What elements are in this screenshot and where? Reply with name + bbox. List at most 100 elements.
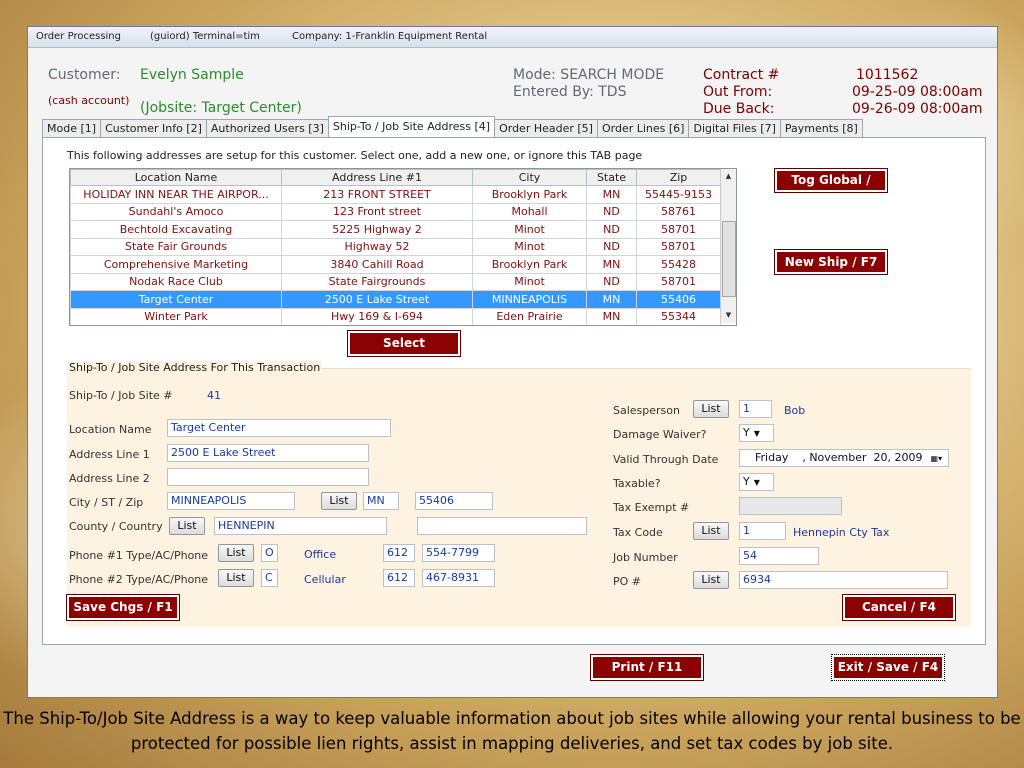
contract-label: Contract # — [703, 67, 780, 83]
salesperson-list-button[interactable]: List — [693, 400, 729, 418]
city-input[interactable]: MINNEAPOLIS — [167, 492, 295, 510]
customer-label: Customer: — [48, 67, 121, 83]
state-cell: MN — [586, 290, 637, 309]
out-from-label: Out From: — [703, 84, 773, 100]
state-cell: ND — [586, 202, 637, 221]
tax-code-label: Tax Code — [613, 526, 663, 539]
city-cell: Minot — [472, 272, 587, 291]
po-list-button[interactable]: List — [693, 571, 729, 589]
job-number-input[interactable]: 54 — [739, 547, 819, 565]
phone-2-area-code-input[interactable]: 612 — [383, 569, 415, 587]
scroll-down-icon[interactable]: ▼ — [721, 308, 736, 323]
exit-save-button[interactable]: Exit / Save / F4 — [831, 654, 945, 681]
tax-code-input[interactable]: 1 — [739, 522, 786, 540]
state-input[interactable]: MN — [363, 492, 399, 510]
address-cell: 123 Front street — [281, 202, 473, 221]
address-row[interactable]: State Fair Grounds Highway 52 Minot ND 58701 — [70, 237, 721, 256]
tab-order-lines[interactable]: Order Lines [6] — [596, 119, 690, 137]
mode-label: Mode: SEARCH MODE — [513, 67, 665, 83]
tog-global-button[interactable]: Tog Global / F12 — [774, 168, 888, 206]
tab-digital-files[interactable]: Digital Files [7] — [688, 119, 781, 137]
salesperson-name: Bob — [784, 404, 806, 417]
tab-authorized-users[interactable]: Authorized Users [3] — [205, 119, 329, 137]
damage-waiver-select[interactable]: Y ▼ — [739, 424, 774, 442]
phone-2-number-input[interactable]: 467-8931 — [422, 569, 495, 587]
location-name-input[interactable]: Target Center — [167, 419, 391, 437]
dropdown-arrow-icon: ▼ — [753, 429, 760, 438]
phone-1-area-code-input[interactable]: 612 — [383, 544, 415, 562]
state-list-button[interactable]: List — [321, 492, 357, 510]
tax-code-list-button[interactable]: List — [693, 522, 729, 540]
state-cell: MN — [586, 255, 637, 274]
transaction-address-section: Ship-To / Job Site Address For This Tran… — [66, 361, 971, 627]
phone-1-type-name: Office — [304, 548, 337, 561]
location-cell: HOLIDAY INN NEAR THE AIRPOR... — [70, 185, 282, 204]
phone-2-type-input[interactable]: C — [261, 569, 278, 587]
grid-scrollbar[interactable]: ▲ ▼ — [720, 169, 736, 323]
valid-through-date-picker[interactable]: Friday , November 20, 2009 ▦▾ — [739, 449, 949, 467]
tab-strip: Mode [1] Customer Info [2] Authorized Us… — [42, 116, 863, 138]
column-header[interactable]: Address Line #1 — [281, 169, 473, 186]
tax-exempt-label: Tax Exempt # — [613, 501, 690, 514]
column-header[interactable]: Zip — [636, 169, 721, 186]
phone-1-number-input[interactable]: 554-7799 — [422, 544, 495, 562]
address-line-2-input[interactable] — [167, 468, 369, 486]
select-button[interactable]: Select — [347, 330, 461, 357]
county-input[interactable]: HENNEPIN — [214, 517, 387, 535]
tab-customer-info[interactable]: Customer Info [2] — [100, 119, 207, 137]
address-row[interactable]: Comprehensive Marketing 3840 Cahill Road B… — [70, 255, 721, 274]
county-list-button[interactable]: List — [169, 517, 205, 535]
column-header[interactable]: State — [586, 169, 637, 186]
phone-1-type-input[interactable]: O — [261, 544, 278, 562]
address-line-1-input[interactable]: 2500 E Lake Street — [167, 444, 369, 462]
phone-1-type-list-button[interactable]: List — [218, 544, 254, 562]
salesperson-id-input[interactable]: 1 — [739, 400, 772, 418]
taxable-label: Taxable? — [613, 477, 661, 490]
section-title: Ship-To / Job Site Address For This Tran… — [67, 361, 323, 374]
out-from-value: 09-25-09 08:00am — [852, 84, 983, 100]
cancel-button[interactable]: Cancel / F4 — [842, 594, 956, 621]
state-cell: MN — [586, 185, 637, 204]
title-bar: Order Processing (guiord) Terminal=tim C… — [28, 27, 997, 48]
address-row[interactable]: Target Center 2500 E Lake Street MINNEAPOL… — [70, 290, 721, 309]
taxable-select[interactable]: Y ▼ — [739, 473, 774, 491]
zip-input[interactable]: 55406 — [415, 492, 493, 510]
job-number-label: Job Number — [613, 551, 678, 564]
county-country-label: County / Country — [69, 520, 163, 533]
tab-mode[interactable]: Mode [1] — [42, 119, 102, 137]
city-cell: Brooklyn Park — [472, 185, 587, 204]
save-changes-button[interactable]: Save Chgs / F1 — [66, 594, 180, 621]
zip-cell: 58701 — [636, 237, 721, 256]
city-cell: Minot — [472, 237, 587, 256]
zip-cell: 58761 — [636, 202, 721, 221]
column-header[interactable]: City — [472, 169, 587, 186]
address-cell: Hwy 169 & I-694 — [281, 307, 473, 325]
address-row[interactable]: Nodak Race Club State Fairgrounds Minot ND 5… — [70, 272, 721, 291]
address-row[interactable]: Winter Park Hwy 169 & I-694 Eden Prairie MN… — [70, 307, 721, 325]
due-back-label: Due Back: — [703, 101, 775, 117]
zip-cell: 55344 — [636, 307, 721, 325]
address-row[interactable]: Sundahl's Amoco 123 Front street Mohall ND 5… — [70, 202, 721, 221]
address-cell: 5225 Highway 2 — [281, 220, 473, 239]
tab-order-header[interactable]: Order Header [5] — [494, 119, 598, 137]
address-line-2-label: Address Line 2 — [69, 472, 150, 485]
address-row[interactable]: Bechtold Excavating 5225 Highway 2 Minot ND… — [70, 220, 721, 239]
address-row[interactable]: HOLIDAY INN NEAR THE AIRPOR... 213 FRONT … — [70, 185, 721, 204]
address-grid[interactable]: Location Name Address Line #1 City State… — [69, 168, 737, 326]
phone-2-type-list-button[interactable]: List — [218, 569, 254, 587]
country-input[interactable] — [417, 517, 587, 535]
tax-exempt-input[interactable] — [739, 497, 842, 515]
column-header[interactable]: Location Name — [70, 169, 282, 186]
contract-number: 1011562 — [856, 67, 919, 83]
po-number-label: PO # — [613, 575, 642, 588]
zip-cell: 58701 — [636, 220, 721, 239]
new-ship-button[interactable]: New Ship / F7 — [774, 249, 888, 275]
dropdown-arrow-icon: ▼ — [753, 478, 760, 487]
tab-payments[interactable]: Payments [8] — [779, 119, 863, 137]
scroll-thumb[interactable] — [722, 221, 736, 297]
tab-ship-to-address[interactable]: Ship-To / Job Site Address [4] — [327, 116, 496, 137]
scroll-up-icon[interactable]: ▲ — [721, 169, 736, 184]
print-button[interactable]: Print / F11 — [590, 654, 704, 681]
address-cell: State Fairgrounds — [281, 272, 473, 291]
po-number-input[interactable]: 6934 — [739, 571, 948, 589]
